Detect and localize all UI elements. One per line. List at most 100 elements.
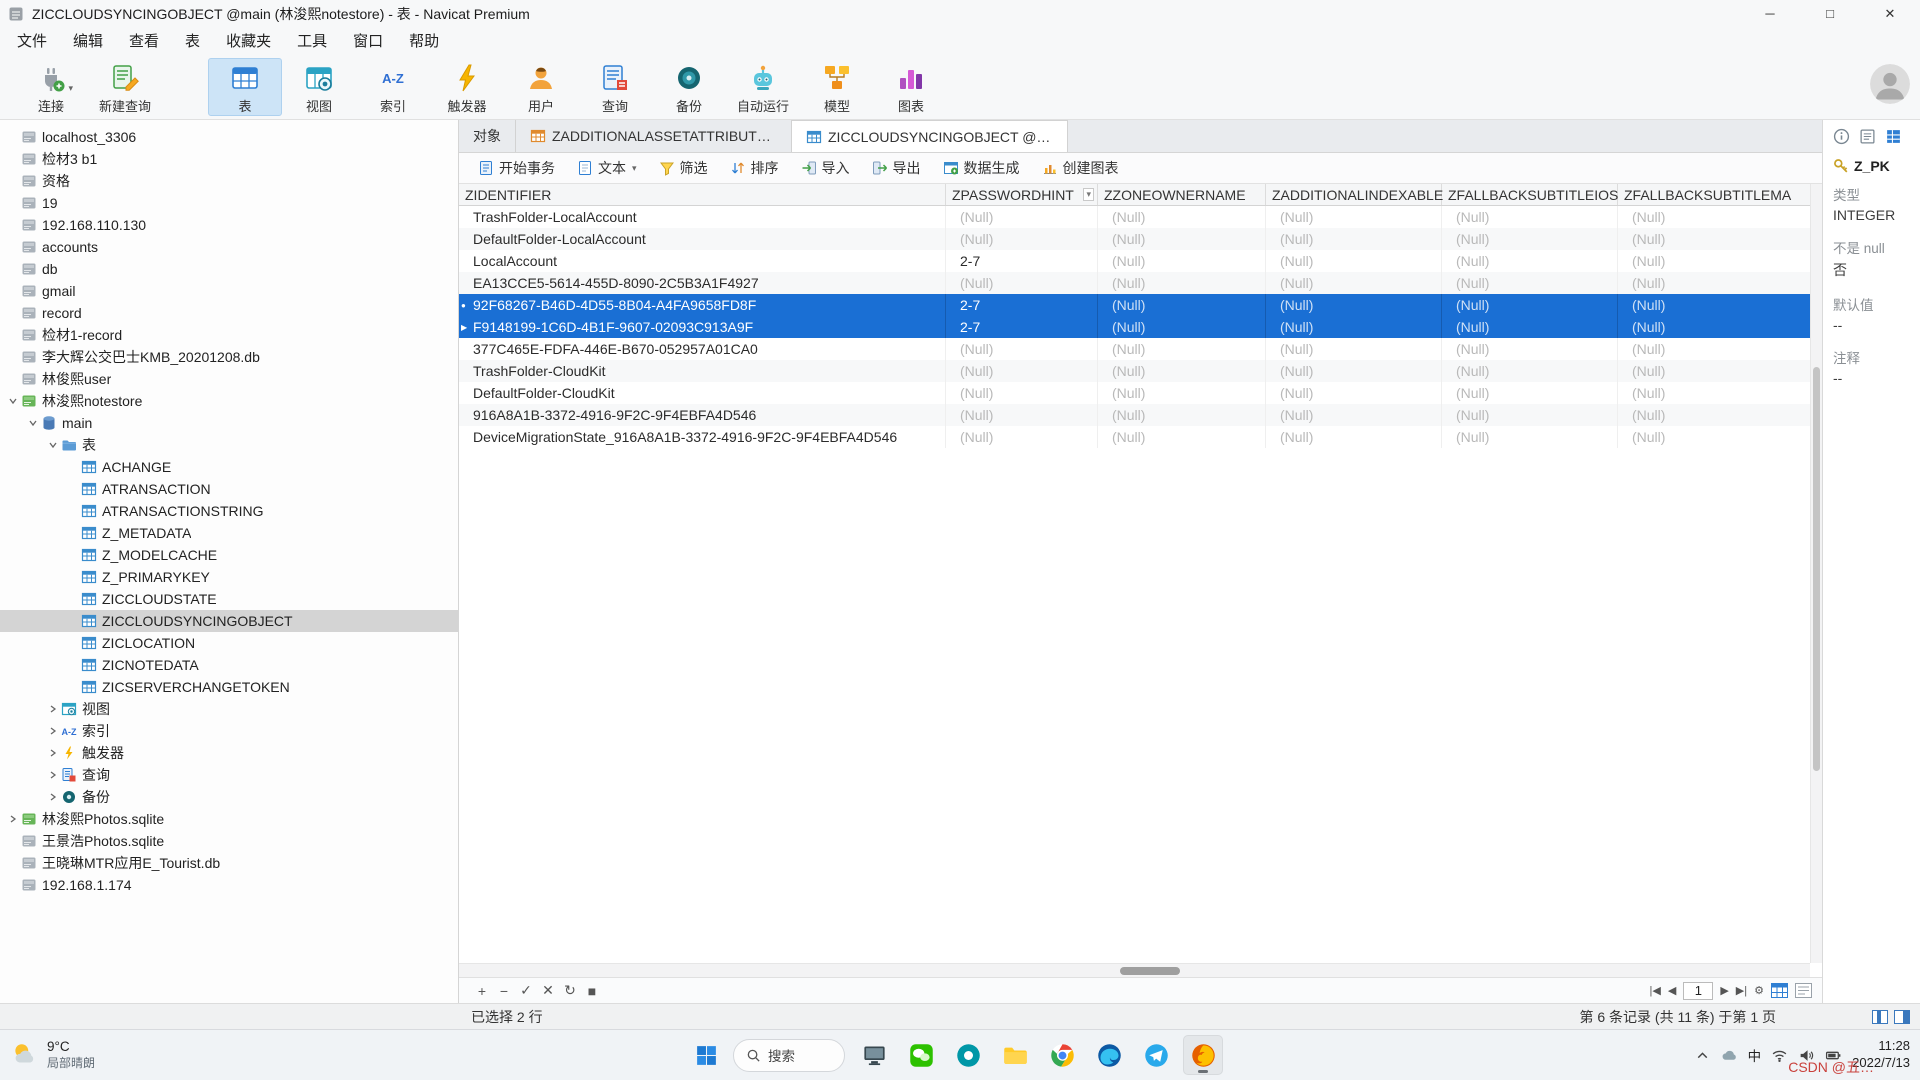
table-row[interactable]: 377C465E-FDFA-446E-B670-052957A01CA0 (Nul… [459,338,1822,360]
cell[interactable]: LocalAccount [459,250,946,272]
toolbar-automation-button[interactable]: 自动运行 [726,58,800,116]
gridtoolbar-text-button[interactable]: 文本▾ [568,156,646,180]
stop-button[interactable]: ■ [581,983,603,999]
menu-window[interactable]: 窗口 [340,27,396,54]
toolbar-new-query-button[interactable]: 新建查询 [88,58,162,116]
column-header-ZPASSWORDHINT[interactable]: ZPASSWORDHINT▾ [946,184,1098,205]
toolbar-connection-button[interactable]: ▾连接 [14,58,88,116]
cell[interactable]: (Null) [1098,316,1266,338]
cell[interactable]: (Null) [1098,206,1266,228]
ime-indicator[interactable]: 中 [1748,1045,1762,1065]
cell[interactable]: (Null) [1098,294,1266,316]
grid-view-button[interactable] [1771,983,1788,998]
cell[interactable]: (Null) [1442,426,1618,448]
chevron-right-icon[interactable] [46,790,60,804]
chevron-right-icon[interactable] [6,812,20,826]
table-row[interactable]: TrashFolder-CloudKit(Null)(Null)(Null)(N… [459,360,1822,382]
table-row[interactable]: DefaultFolder-CloudKit(Null)(Null)(Null)… [459,382,1822,404]
tree-item-ZICNOTEDATA[interactable]: ZICNOTEDATA [0,654,458,676]
cell[interactable]: TrashFolder-LocalAccount [459,206,946,228]
column-header-ZFALLBACKSUBTITLEIOS[interactable]: ZFALLBACKSUBTITLEIOS [1442,184,1618,205]
tree-item-main[interactable]: main [0,412,458,434]
tree-item-表[interactable]: 表 [0,434,458,456]
tab-ziccloudsyncingobject[interactable]: ZICCLOUDSYNCINGOBJECT @main ... [792,120,1068,152]
tree-item-查询[interactable]: 查询 [0,764,458,786]
table-row[interactable]: DefaultFolder-LocalAccount(Null)(Null)(N… [459,228,1822,250]
toolbar-query-button[interactable]: 查询 [578,58,652,116]
column-header-ZFALLBACKSUBTITLEMA[interactable]: ZFALLBACKSUBTITLEMA [1618,184,1822,205]
cell[interactable]: (Null) [1098,426,1266,448]
cell[interactable]: (Null) [946,228,1098,250]
apply-changes-button[interactable]: ✓ [515,982,537,999]
cell[interactable]: (Null) [1098,272,1266,294]
tree-item-检材3 b1[interactable]: 检材3 b1 [0,148,458,170]
table-row[interactable]: LocalAccount2-7(Null)(Null)(Null)(Null) [459,250,1822,272]
chevron-right-icon[interactable] [46,724,60,738]
cell[interactable]: (Null) [946,360,1098,382]
start-button[interactable] [688,1037,724,1073]
cell[interactable]: (Null) [1266,426,1442,448]
tree-item-索引[interactable]: A-Z索引 [0,720,458,742]
cell[interactable]: 2-7 [946,316,1098,338]
toolbar-model-button[interactable]: 模型 [800,58,874,116]
chevron-right-icon[interactable] [46,702,60,716]
menu-table[interactable]: 表 [172,27,213,54]
form-panel-icon[interactable] [1859,128,1876,145]
tree-item-林浚熙notestore[interactable]: 林浚熙notestore [0,390,458,412]
tree-item-王晓琳MTR应用E_Tourist.db[interactable]: 王晓琳MTR应用E_Tourist.db [0,852,458,874]
user-avatar[interactable] [1870,64,1910,104]
cell[interactable]: (Null) [1266,404,1442,426]
toolbar-charts-button[interactable]: 图表 [874,58,948,116]
toolbar-tables-button[interactable]: 表 [208,58,282,116]
monitor-icon[interactable] [854,1035,894,1075]
tab-zadditionalassetattributes[interactable]: ZADDITIONALASSETATTRIBUTES! ... [516,120,792,152]
menu-edit[interactable]: 编辑 [60,27,116,54]
toolbar-backup-button[interactable]: 备份 [652,58,726,116]
chevron-right-icon[interactable] [46,746,60,760]
cell[interactable]: (Null) [1266,338,1442,360]
menu-file[interactable]: 文件 [4,27,60,54]
cell[interactable]: (Null) [1618,272,1822,294]
table-row[interactable]: EA13CCE5-5614-455D-8090-2C5B3A1F4927(Nul… [459,272,1822,294]
prev-page-button[interactable]: ◀ [1668,984,1676,997]
tree-item-Z_MODELCACHE[interactable]: Z_MODELCACHE [0,544,458,566]
table-row[interactable]: 916A8A1B-3372-4916-9F2C-9F4EBFA4D546(Nul… [459,404,1822,426]
maximize-button[interactable]: □ [1800,0,1860,27]
cell[interactable]: 377C465E-FDFA-446E-B670-052957A01CA0 [459,338,946,360]
first-page-button[interactable]: |◀ [1650,984,1661,997]
gridtoolbar-begin-transaction-button[interactable]: 开始事务 [469,156,564,180]
cell[interactable]: (Null) [1442,382,1618,404]
tree-item-Z_PRIMARYKEY[interactable]: Z_PRIMARYKEY [0,566,458,588]
cell[interactable]: (Null) [1442,250,1618,272]
taskbar-weather-widget[interactable]: 9°C 局部晴朗 [0,1039,200,1071]
tree-item-record[interactable]: record [0,302,458,324]
cell[interactable]: (Null) [1442,272,1618,294]
tree-item-19[interactable]: 19 [0,192,458,214]
tree-item-accounts[interactable]: accounts [0,236,458,258]
toolbar-views-button[interactable]: 视图 [282,58,356,116]
cell[interactable]: (Null) [1098,360,1266,382]
tree-item-李大辉公交巴士KMB_20201208.db[interactable]: 李大辉公交巴士KMB_20201208.db [0,346,458,368]
cell[interactable]: (Null) [1442,360,1618,382]
column-header-ZZONEOWNERNAME[interactable]: ZZONEOWNERNAME [1098,184,1266,205]
cell[interactable]: (Null) [1618,404,1822,426]
chrome-icon[interactable] [1042,1035,1082,1075]
tree-item-192.168.1.174[interactable]: 192.168.1.174 [0,874,458,896]
refresh-button[interactable]: ↻ [559,982,581,999]
cell[interactable]: (Null) [1618,316,1822,338]
cell[interactable]: (Null) [1442,206,1618,228]
cell[interactable]: (Null) [1098,228,1266,250]
gridtoolbar-data-generation-button[interactable]: 数据生成 [934,156,1029,180]
tree-item-ATRANSACTIONSTRING[interactable]: ATRANSACTIONSTRING [0,500,458,522]
grid-panel-icon[interactable] [1885,128,1902,145]
cell[interactable]: (Null) [1618,360,1822,382]
tree-item-王景浩Photos.sqlite[interactable]: 王景浩Photos.sqlite [0,830,458,852]
column-header-ZADDITIONALINDEXABLE[interactable]: ZADDITIONALINDEXABLE [1266,184,1442,205]
cell[interactable]: (Null) [1266,228,1442,250]
cell[interactable]: (Null) [946,426,1098,448]
gridtoolbar-sort-button[interactable]: 排序 [721,156,788,180]
cell[interactable]: DefaultFolder-LocalAccount [459,228,946,250]
tree-item-资格[interactable]: 资格 [0,170,458,192]
horizontal-scrollbar[interactable] [459,963,1810,977]
cell[interactable]: (Null) [1618,206,1822,228]
